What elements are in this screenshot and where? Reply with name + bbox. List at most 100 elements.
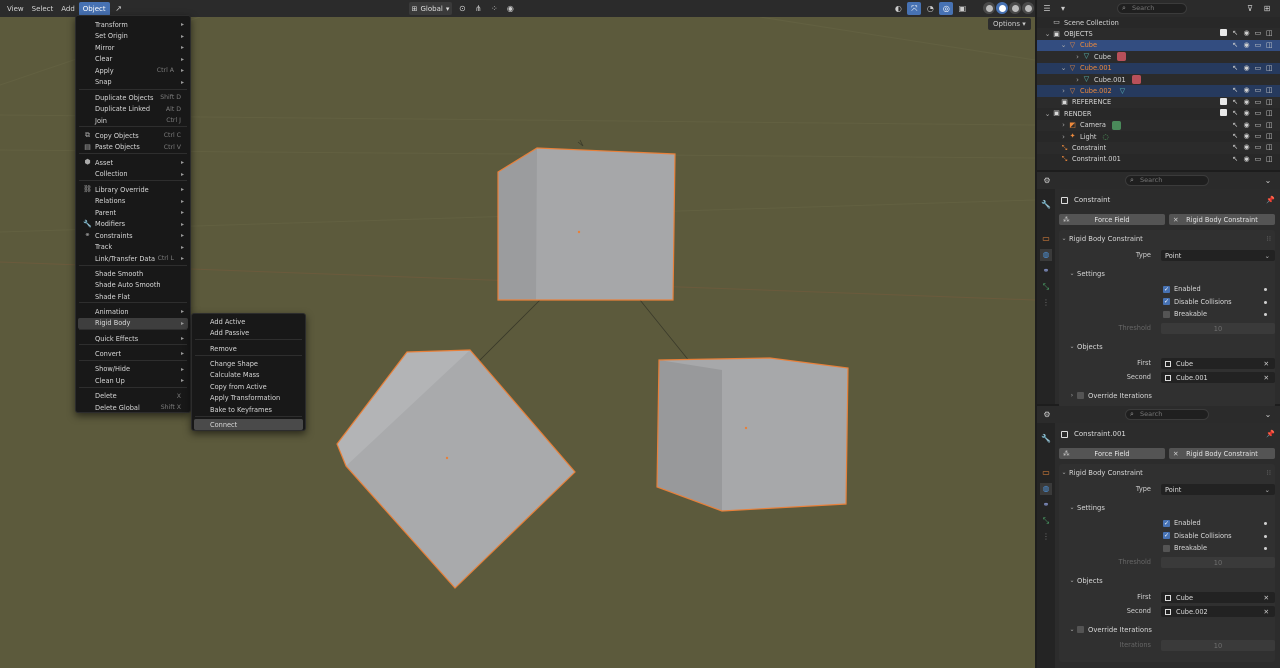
mesh-data-icon[interactable]: ▽: [1120, 87, 1125, 95]
pivot-point-icon[interactable]: ⊙: [455, 2, 469, 15]
settings-section[interactable]: ⌄ Settings: [1067, 267, 1280, 280]
transform-orientation-dropdown[interactable]: ⊞ Global ▾: [408, 2, 453, 15]
outliner-row[interactable]: ⌄ ▣ OBJECTS ↖ ◉ ▭ ◫: [1037, 28, 1280, 40]
object-tab-icon[interactable]: ▭: [1040, 233, 1052, 245]
visibility-eye-icon[interactable]: ◉: [1241, 155, 1252, 163]
second-object-field[interactable]: Cube.001 ✕: [1161, 372, 1275, 383]
menu-item-clean-up[interactable]: Clean Up ▸: [78, 375, 188, 386]
outliner-row[interactable]: ⤡ Constraint ↖ ◉ ▭ ◫: [1037, 142, 1280, 154]
menu-item-track[interactable]: Track ▸: [78, 242, 188, 253]
render-camera-icon[interactable]: ◫: [1264, 98, 1275, 107]
menu-item-copy-objects[interactable]: ⧉ Copy Objects Ctrl C: [78, 130, 188, 141]
menu-item-apply[interactable]: Apply Ctrl A ▸: [78, 65, 188, 76]
menu-item-shade-auto-smooth[interactable]: Shade Auto Smooth: [78, 280, 188, 291]
snap-target-icon[interactable]: ⁘: [487, 2, 501, 15]
menu-item-quick-effects[interactable]: Quick Effects ▸: [78, 333, 188, 344]
chevron-down-icon[interactable]: ⌄: [1261, 174, 1275, 187]
menu-item-constraints[interactable]: ⚭ Constraints ▸: [78, 230, 188, 241]
solid-shading-icon[interactable]: [996, 2, 1008, 14]
viewport-disable-icon[interactable]: ▭: [1252, 64, 1263, 72]
second-object-field[interactable]: Cube.002 ✕: [1161, 606, 1275, 617]
filter-icon[interactable]: ⊽: [1243, 2, 1257, 15]
disclosure-triangle-icon[interactable]: ›: [1073, 53, 1082, 61]
menu-select[interactable]: Select: [28, 2, 58, 16]
submenu-item-apply-transformation[interactable]: Apply Transformation: [194, 393, 303, 404]
visibility-eye-icon[interactable]: ◉: [1241, 109, 1252, 118]
menu-item-clear[interactable]: Clear ▸: [78, 54, 188, 65]
enabled-checkbox[interactable]: ✓ Enabled: [1163, 285, 1201, 293]
exclude-checkbox[interactable]: [1218, 29, 1229, 38]
submenu-item-add-passive[interactable]: Add Passive: [194, 328, 303, 339]
viewport-disable-icon[interactable]: ▭: [1252, 86, 1263, 94]
editor-type-icon[interactable]: ⚙: [1040, 174, 1054, 187]
disclosure-triangle-icon[interactable]: ›: [1059, 121, 1068, 129]
close-icon[interactable]: ✕: [1263, 374, 1269, 382]
keyframe-dot[interactable]: [1264, 547, 1267, 550]
submenu-item-copy-from-active[interactable]: Copy from Active: [194, 381, 303, 392]
constraints-tab-icon[interactable]: ⚭: [1040, 265, 1052, 277]
render-camera-icon[interactable]: ◫: [1264, 41, 1275, 49]
enabled-checkbox[interactable]: ✓ Enabled: [1163, 519, 1201, 527]
override-iterations-section[interactable]: ⌄ Override Iterations: [1067, 623, 1280, 636]
first-object-field[interactable]: Cube ✕: [1161, 592, 1275, 603]
close-icon[interactable]: ✕: [1263, 608, 1269, 616]
selectable-icon[interactable]: ↖: [1229, 121, 1240, 129]
physics-tab-icon[interactable]: ◍: [1040, 249, 1052, 261]
viewport-disable-icon[interactable]: ▭: [1252, 98, 1263, 107]
selectable-icon[interactable]: ↖: [1229, 64, 1240, 72]
empty-data-tab-icon[interactable]: ⤡: [1040, 281, 1052, 293]
submenu-item-change-shape[interactable]: Change Shape: [194, 358, 303, 369]
visibility-eye-icon[interactable]: ◉: [1241, 121, 1252, 129]
iterations-field[interactable]: 10: [1161, 640, 1275, 651]
tool-tab-icon[interactable]: 🔧: [1040, 433, 1052, 445]
force-field-button[interactable]: ⁂ Force Field: [1059, 214, 1165, 225]
threshold-field[interactable]: 10: [1161, 557, 1275, 568]
outliner-row[interactable]: ▭ Scene Collection: [1037, 17, 1280, 28]
editor-type-icon[interactable]: ☰: [1040, 2, 1054, 15]
submenu-item-remove[interactable]: Remove: [194, 343, 303, 354]
exclude-checkbox[interactable]: [1218, 109, 1229, 118]
data-badge-icon[interactable]: [1131, 75, 1141, 85]
menu-item-delete[interactable]: Delete X: [78, 391, 188, 402]
cube-001-object[interactable]: [336, 349, 576, 589]
visibility-eye-icon[interactable]: ◉: [1241, 86, 1252, 94]
disclosure-triangle-icon[interactable]: ›: [1059, 133, 1068, 141]
viewport-disable-icon[interactable]: ▭: [1252, 121, 1263, 129]
override-iterations-checkbox[interactable]: [1077, 392, 1084, 399]
selectable-icon[interactable]: ↖: [1229, 29, 1240, 38]
menu-item-mirror[interactable]: Mirror ▸: [78, 42, 188, 53]
menu-item-relations[interactable]: Relations ▸: [78, 196, 188, 207]
viewport-disable-icon[interactable]: ▭: [1252, 29, 1263, 38]
outliner-row[interactable]: › ◩ Camera ↖ ◉ ▭ ◫: [1037, 119, 1280, 131]
menu-item-duplicate-linked[interactable]: Duplicate Linked Alt D: [78, 104, 188, 115]
viewport-disable-icon[interactable]: ▭: [1252, 109, 1263, 118]
submenu-item-add-active[interactable]: Add Active: [194, 316, 303, 327]
disclosure-triangle-icon[interactable]: ›: [1073, 76, 1082, 84]
viewport-disable-icon[interactable]: ▭: [1252, 132, 1263, 140]
menu-item-asset[interactable]: ⬢ Asset ▸: [78, 157, 188, 168]
pin-icon[interactable]: 📌: [1266, 430, 1275, 438]
first-object-field[interactable]: Cube ✕: [1161, 358, 1275, 369]
rigid-body-constraint-button[interactable]: ✕ Rigid Body Constraint: [1169, 448, 1275, 459]
override-iterations-checkbox[interactable]: [1077, 626, 1084, 633]
render-camera-icon[interactable]: ◫: [1264, 121, 1275, 129]
disclosure-triangle-icon[interactable]: ⌄: [1043, 30, 1052, 38]
properties-search-input[interactable]: ⌕ Search: [1125, 409, 1209, 420]
keyframe-dot[interactable]: [1264, 313, 1267, 316]
visibility-eye-icon[interactable]: ◉: [1241, 29, 1252, 38]
drag-handle-icon[interactable]: ⁞⁞: [1267, 469, 1271, 477]
menu-item-convert[interactable]: Convert ▸: [78, 348, 188, 359]
visibility-eye-icon[interactable]: ◉: [1241, 143, 1252, 151]
proportional-edit-icon[interactable]: ◉: [503, 2, 517, 15]
menu-item-transform[interactable]: Transform ▸: [78, 19, 188, 30]
menu-item-library-override[interactable]: ⛓ Library Override ▸: [78, 184, 188, 195]
menu-item-duplicate-objects[interactable]: Duplicate Objects Shift D: [78, 92, 188, 103]
outliner-row[interactable]: › ▽ Cube.001: [1037, 74, 1280, 86]
menu-item-show-hide[interactable]: Show/Hide ▸: [78, 364, 188, 375]
empty-data-tab-icon[interactable]: ⤡: [1040, 515, 1052, 527]
keyframe-dot[interactable]: [1264, 288, 1267, 291]
disclosure-triangle-icon[interactable]: ⌄: [1043, 110, 1052, 118]
overlays-icon[interactable]: ◎: [939, 2, 954, 15]
new-collection-icon[interactable]: ⊞: [1260, 2, 1274, 15]
render-camera-icon[interactable]: ◫: [1264, 109, 1275, 118]
